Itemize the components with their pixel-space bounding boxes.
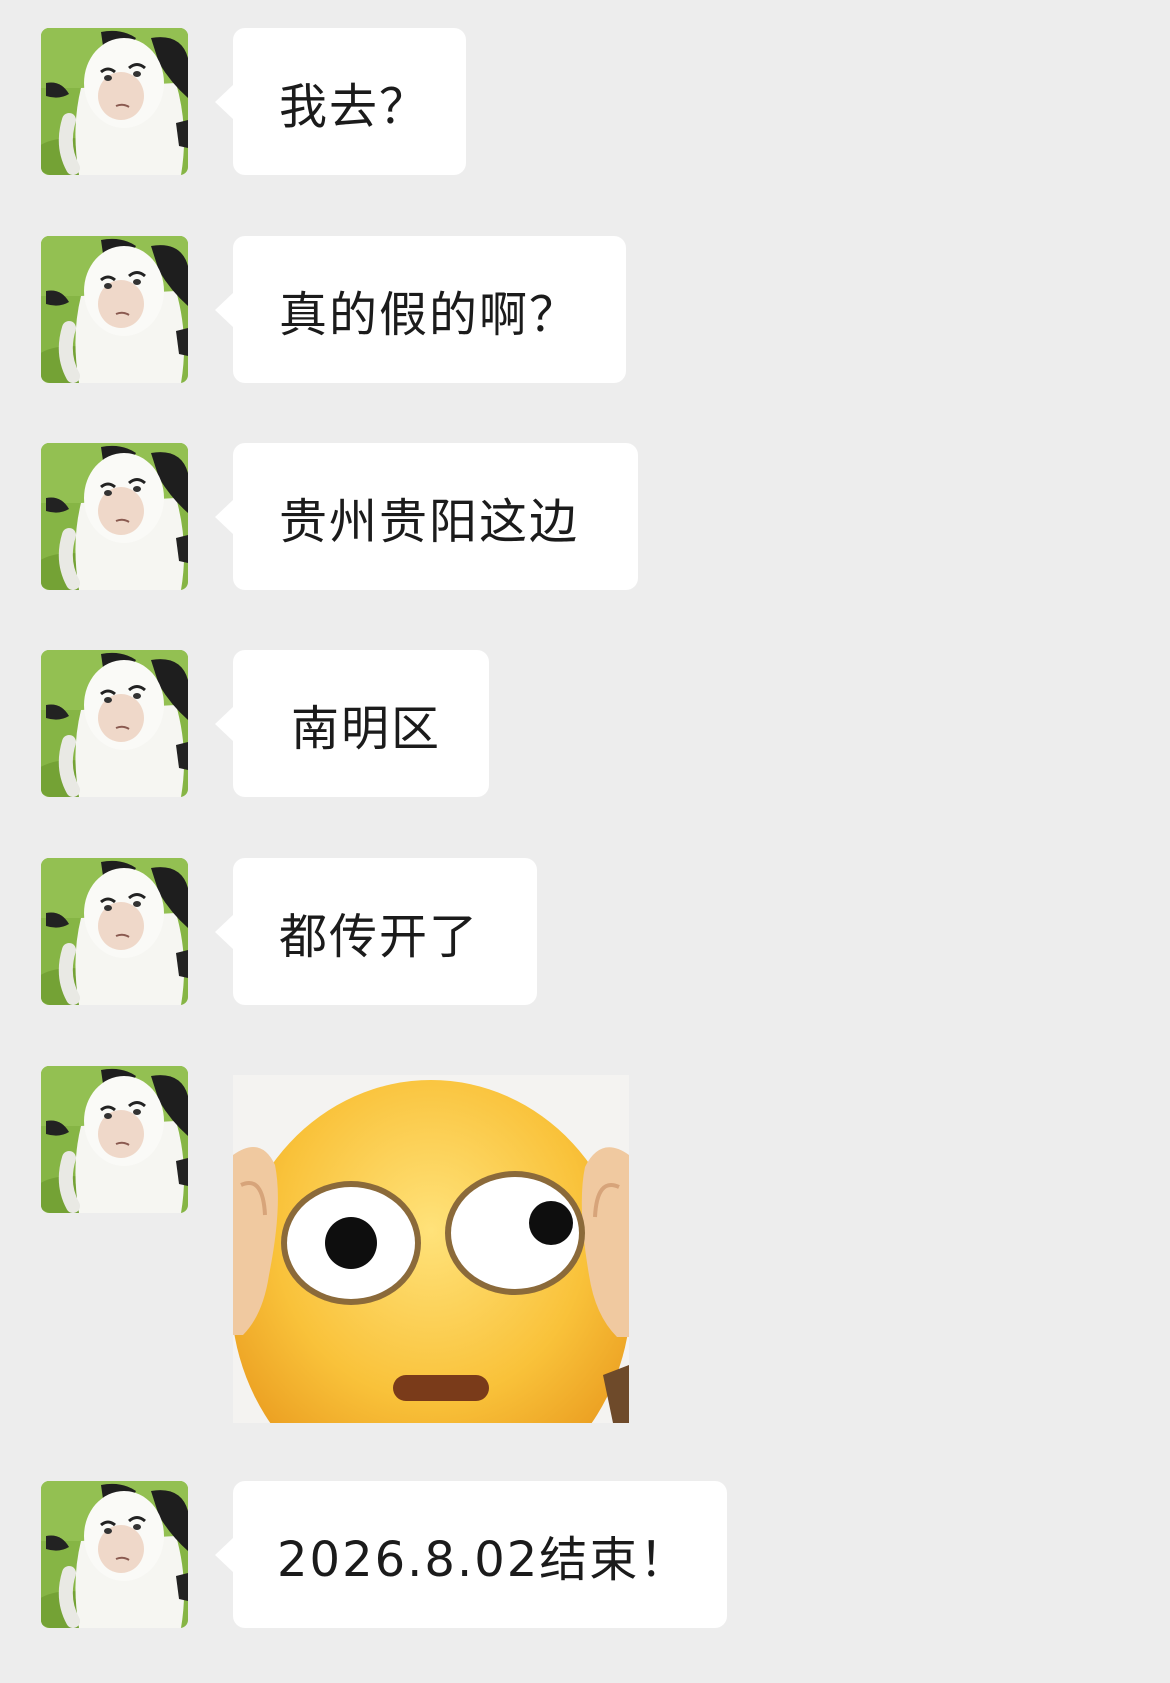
cow-character-avatar-icon[interactable] <box>41 236 188 383</box>
message-text: 2026.8.02结束！ <box>277 1531 690 1588</box>
shocked-emoji-sticker-icon[interactable] <box>233 1075 629 1423</box>
message-text: 贵州贵阳这边 <box>279 493 580 550</box>
cow-character-avatar-icon[interactable] <box>41 858 188 1005</box>
message-bubble[interactable]: 真的假的啊？ <box>215 236 626 383</box>
message-text: 都传开了 <box>279 908 480 965</box>
cow-character-avatar-icon[interactable] <box>41 1481 188 1628</box>
message-text: 我去？ <box>279 78 430 135</box>
message-text: 南明区 <box>291 700 442 757</box>
message-bubble[interactable]: 我去？ <box>215 28 466 175</box>
cow-character-avatar-icon[interactable] <box>41 650 188 797</box>
message-bubble[interactable]: 2026.8.02结束！ <box>215 1481 727 1628</box>
message-bubble[interactable]: 南明区 <box>215 650 489 797</box>
cow-character-avatar-icon[interactable] <box>41 1066 188 1213</box>
cow-character-avatar-icon[interactable] <box>41 28 188 175</box>
message-bubble[interactable]: 都传开了 <box>215 858 537 1005</box>
message-text: 真的假的啊？ <box>279 286 580 343</box>
message-bubble[interactable]: 贵州贵阳这边 <box>215 443 638 590</box>
cow-character-avatar-icon[interactable] <box>41 443 188 590</box>
